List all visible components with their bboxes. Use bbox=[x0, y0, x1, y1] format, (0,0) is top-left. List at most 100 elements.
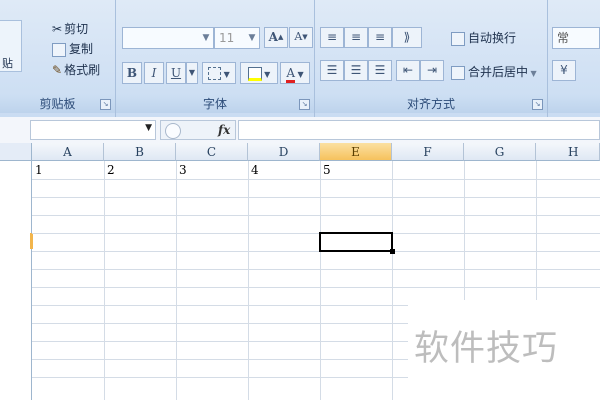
font-size-value: 11 bbox=[219, 31, 235, 45]
align-middle-icon: ≡ bbox=[350, 30, 362, 44]
name-box[interactable]: ▼ bbox=[30, 120, 156, 140]
align-middle-button[interactable]: ≡ bbox=[344, 27, 368, 48]
number-group: 常 ¥ bbox=[548, 0, 600, 117]
gridline bbox=[248, 161, 249, 400]
chevron-down-icon: ▼ bbox=[221, 70, 230, 79]
column-header-g[interactable]: G bbox=[464, 143, 536, 161]
cell-e1[interactable]: 5 bbox=[323, 162, 331, 178]
copy-icon bbox=[52, 42, 66, 57]
underline-dropdown-icon[interactable]: ▼ bbox=[186, 62, 198, 84]
borders-button[interactable]: ▼ bbox=[202, 62, 236, 84]
paste-button[interactable]: 贴 bbox=[0, 20, 22, 72]
gridline bbox=[32, 215, 600, 216]
italic-button[interactable]: I bbox=[144, 62, 164, 84]
row-headers[interactable] bbox=[0, 161, 32, 400]
chevron-down-icon: ▼ bbox=[248, 33, 256, 43]
font-name-combo[interactable]: ▼ bbox=[122, 27, 214, 49]
fill-handle[interactable] bbox=[390, 249, 395, 254]
format-painter-button[interactable]: ✎ 格式刷 bbox=[50, 60, 100, 80]
paint-bucket-icon bbox=[247, 66, 262, 81]
number-format-value: 常 bbox=[557, 31, 570, 45]
align-bottom-button[interactable]: ≡ bbox=[368, 27, 392, 48]
merge-center-button[interactable]: 合并后居中 ▼ bbox=[449, 62, 537, 82]
shrink-font-button[interactable]: A▼ bbox=[289, 27, 313, 48]
chevron-down-icon: ▼ bbox=[294, 70, 304, 79]
orientation-icon: ⟫ bbox=[403, 30, 411, 44]
decrease-indent-button[interactable]: ⇤ bbox=[396, 60, 420, 81]
gridline bbox=[32, 179, 600, 180]
brush-icon: ✎ bbox=[52, 63, 63, 77]
copy-button[interactable]: 复制 bbox=[50, 39, 93, 59]
column-header-b[interactable]: B bbox=[104, 143, 176, 161]
number-format-combo[interactable]: 常 bbox=[552, 27, 600, 49]
watermark-text: 软件技巧 bbox=[414, 329, 559, 369]
merge-center-label: 合并后居中 bbox=[468, 65, 529, 79]
font-color-button[interactable]: A ▼ bbox=[280, 62, 310, 84]
chevron-down-icon: ▼ bbox=[202, 33, 210, 43]
caret-down-small-icon: ▼ bbox=[302, 33, 308, 41]
alignment-launcher-icon[interactable]: ↘ bbox=[532, 99, 543, 110]
column-header-f[interactable]: F bbox=[392, 143, 464, 161]
chevron-down-icon: ▼ bbox=[145, 123, 152, 133]
font-group-label: 字体 bbox=[116, 95, 314, 113]
font-group: ▼ 11 ▼ A▲ A▼ B I U ▼ ▼ ▼ A ▼ 字体 ↘ bbox=[116, 0, 315, 117]
column-header-h[interactable]: H bbox=[536, 143, 600, 161]
bold-button[interactable]: B bbox=[122, 62, 142, 84]
fx-icon[interactable]: fx bbox=[218, 121, 230, 139]
select-all-corner[interactable] bbox=[0, 143, 32, 161]
increase-indent-icon: ⇥ bbox=[426, 63, 438, 77]
cell-b1[interactable]: 2 bbox=[107, 162, 115, 178]
align-left-button[interactable]: ☰ bbox=[320, 60, 344, 81]
gridline bbox=[32, 269, 600, 270]
formula-input[interactable] bbox=[238, 120, 600, 140]
border-grid-icon bbox=[208, 67, 222, 80]
grow-font-button[interactable]: A▲ bbox=[264, 27, 288, 48]
wrap-text-icon bbox=[451, 31, 465, 46]
column-header-c[interactable]: C bbox=[176, 143, 248, 161]
wrap-text-button[interactable]: 自动换行 bbox=[449, 28, 516, 48]
align-bottom-icon: ≡ bbox=[374, 30, 386, 44]
cell-c1[interactable]: 3 bbox=[179, 162, 187, 178]
column-header-d[interactable]: D bbox=[248, 143, 320, 161]
cut-button[interactable]: ✂ 剪切 bbox=[50, 19, 88, 39]
cell-d1[interactable]: 4 bbox=[251, 162, 259, 178]
align-right-button[interactable]: ☰ bbox=[368, 60, 392, 81]
gridline bbox=[320, 161, 321, 400]
currency-format-button[interactable]: ¥ bbox=[552, 60, 576, 81]
align-top-icon: ≡ bbox=[326, 30, 338, 44]
align-right-icon: ☰ bbox=[374, 63, 386, 77]
ribbon: 贴 ✂剪切 复制 ✎格式刷 剪贴板 ↘ ▼ 11 ▼ A▲ A▼ B I U bbox=[0, 0, 600, 118]
fill-color-button[interactable]: ▼ bbox=[240, 62, 278, 84]
scissors-icon: ✂ bbox=[52, 22, 63, 36]
selected-row-indicator bbox=[30, 233, 33, 249]
merge-cells-icon bbox=[451, 65, 465, 80]
clipboard-group: 贴 ✂ 剪切 复制 ✎ 格式刷 剪贴板 ↘ bbox=[0, 0, 116, 117]
cancel-entry-icon[interactable] bbox=[165, 123, 181, 139]
underline-button[interactable]: U bbox=[166, 62, 186, 84]
gridline bbox=[392, 161, 393, 400]
column-header-a[interactable]: A bbox=[32, 143, 104, 161]
gridline bbox=[32, 287, 600, 288]
column-header-e[interactable]: E bbox=[320, 143, 392, 161]
align-center-button[interactable]: ☰ bbox=[344, 60, 368, 81]
decrease-indent-icon: ⇤ bbox=[402, 63, 414, 77]
cell-a1[interactable]: 1 bbox=[35, 162, 43, 178]
font-color-glyph: A bbox=[286, 66, 295, 83]
gridline bbox=[32, 197, 600, 198]
gridline bbox=[32, 251, 600, 252]
cut-label: 剪切 bbox=[64, 22, 89, 36]
paste-label: 贴 bbox=[2, 57, 13, 70]
alignment-group-label: 对齐方式 bbox=[315, 95, 547, 113]
grow-font-glyph: A bbox=[268, 30, 278, 44]
increase-indent-button[interactable]: ⇥ bbox=[420, 60, 444, 81]
align-center-icon: ☰ bbox=[350, 63, 362, 77]
active-cell-e5[interactable] bbox=[319, 232, 393, 252]
clipboard-launcher-icon[interactable]: ↘ bbox=[100, 99, 111, 110]
font-size-combo[interactable]: 11 ▼ bbox=[214, 27, 260, 49]
font-launcher-icon[interactable]: ↘ bbox=[299, 99, 310, 110]
number-group-label bbox=[548, 95, 600, 113]
gridline bbox=[176, 161, 177, 400]
orientation-button[interactable]: ⟫ bbox=[392, 27, 422, 48]
clipboard-group-label: 剪贴板 bbox=[0, 95, 115, 113]
align-top-button[interactable]: ≡ bbox=[320, 27, 344, 48]
